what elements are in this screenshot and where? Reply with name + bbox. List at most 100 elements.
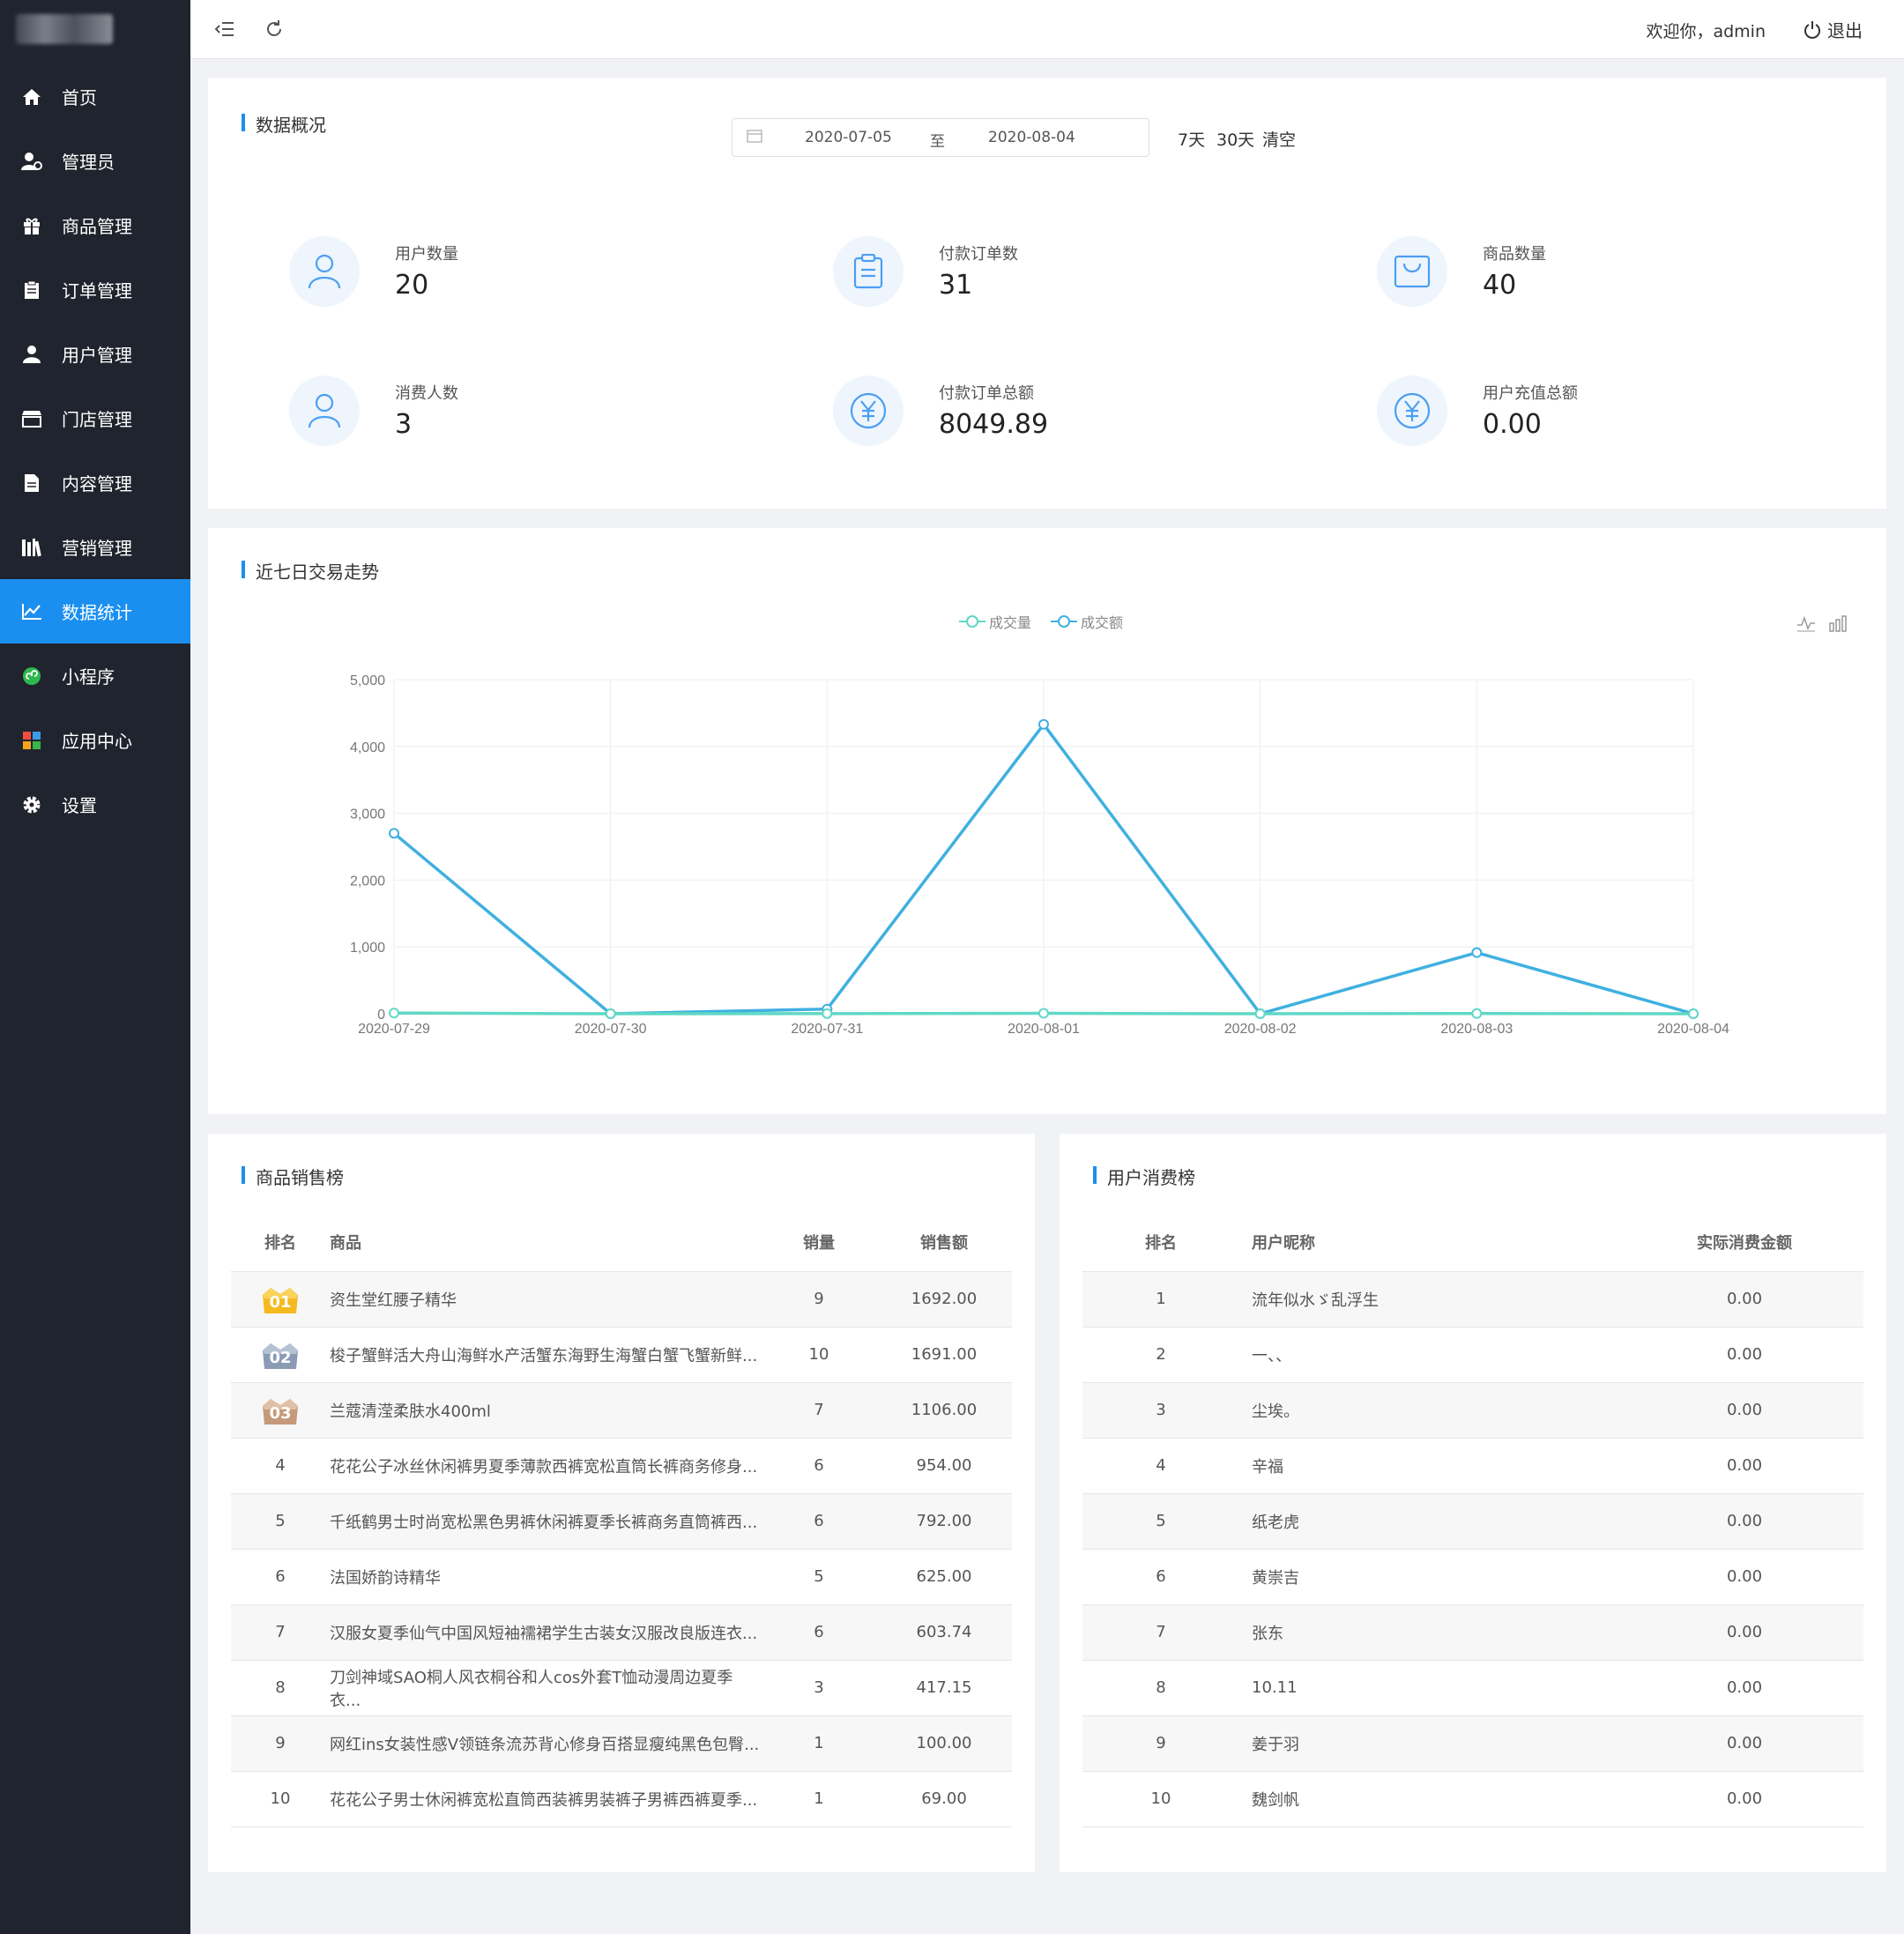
sales-cell-product[interactable]: 兰蔻清滢柔肤水400ml bbox=[330, 1382, 762, 1439]
home-icon bbox=[19, 85, 44, 109]
sidebar-item-0[interactable]: 首页 bbox=[0, 64, 190, 129]
logout-button[interactable]: 退出 bbox=[1803, 17, 1863, 42]
sidebar-item-2[interactable]: 商品管理 bbox=[0, 193, 190, 257]
users-cell-amount: 0.00 bbox=[1625, 1382, 1863, 1439]
miniprogram-icon bbox=[19, 664, 44, 688]
users-cell-rank: 6 bbox=[1082, 1549, 1239, 1605]
users-cell-amount: 0.00 bbox=[1625, 1327, 1863, 1383]
rank-number: 6 bbox=[275, 1567, 286, 1586]
store-icon bbox=[19, 406, 44, 431]
date-start[interactable]: 2020-07-05 bbox=[805, 129, 892, 146]
sales-cell-product[interactable]: 千纸鹤男士时尚宽松黑色男裤休闲裤夏季长裤商务直筒裤西... bbox=[330, 1493, 762, 1550]
chart-icon bbox=[19, 599, 44, 624]
users-cell-nickname[interactable]: 流年似水ゞ乱浮生 bbox=[1239, 1271, 1625, 1328]
data-point bbox=[1471, 947, 1483, 958]
sales-cell-qty: 6 bbox=[762, 1438, 876, 1494]
calendar-icon bbox=[747, 128, 762, 148]
sales-cell-product[interactable]: 花花公子男士休闲裤宽松直筒西装裤男装裤子男裤西裤夏季... bbox=[330, 1771, 762, 1827]
stat-card: 用户充值总额 0.00 bbox=[1377, 376, 1747, 446]
sales-cell-product[interactable]: 法国娇韵诗精华 bbox=[330, 1549, 762, 1605]
sales-cell-amount: 1106.00 bbox=[876, 1382, 1012, 1439]
date-range-picker[interactable]: 2020-07-05 至 2020-08-04 bbox=[732, 118, 1149, 157]
date-end[interactable]: 2020-08-04 bbox=[988, 129, 1075, 146]
sales-cell-qty: 5 bbox=[762, 1549, 876, 1605]
quick-7days[interactable]: 7天 bbox=[1178, 127, 1205, 151]
users-row: 7 张东 0.00 bbox=[1082, 1604, 1863, 1661]
y-tick-label: 3,000 bbox=[350, 807, 385, 822]
sidebar-item-5[interactable]: 门店管理 bbox=[0, 386, 190, 450]
sales-row: 7 汉服女夏季仙气中国风短袖襦裙学生古装女汉服改良版连衣... 6 603.74 bbox=[231, 1604, 1012, 1661]
sales-cell-product[interactable]: 网红ins女装性感V领链条流苏背心修身百搭显瘦纯黑色包臀... bbox=[330, 1715, 762, 1772]
users-cell-nickname[interactable]: 魏剑帆 bbox=[1239, 1771, 1625, 1827]
sales-row: 01 资生堂红腰子精华 9 1692.00 bbox=[231, 1271, 1012, 1328]
stat-card: 付款订单数 31 bbox=[833, 236, 1203, 307]
document-icon bbox=[19, 471, 44, 495]
rank-badge-text: 01 bbox=[269, 1292, 292, 1312]
users-cell-amount: 0.00 bbox=[1625, 1438, 1863, 1494]
users-row: 1 流年似水ゞ乱浮生 0.00 bbox=[1082, 1271, 1863, 1328]
stat-value: 40 bbox=[1483, 270, 1517, 301]
sidebar-item-7[interactable]: 营销管理 bbox=[0, 515, 190, 579]
users-cell-rank: 1 bbox=[1082, 1271, 1239, 1328]
clipboard-icon bbox=[19, 278, 44, 302]
rank-badge-text: 03 bbox=[269, 1403, 292, 1423]
users-table: 排名 用户昵称 实际消费金额 1 流年似水ゞ乱浮生 0.00 2 一、、 0.00 3 尘埃。… bbox=[1082, 1213, 1863, 1827]
sales-cell-qty: 6 bbox=[762, 1493, 876, 1550]
sidebar-item-label: 设置 bbox=[62, 795, 97, 816]
rank-badge-text: 02 bbox=[269, 1348, 292, 1367]
users-cell-nickname[interactable]: 10.11 bbox=[1239, 1660, 1625, 1716]
rank-number: 8 bbox=[275, 1678, 286, 1697]
clipboard-icon bbox=[833, 236, 904, 307]
users-cell-rank: 9 bbox=[1082, 1715, 1239, 1772]
users-cell-nickname[interactable]: 一、、 bbox=[1239, 1327, 1625, 1383]
sidebar-item-11[interactable]: 设置 bbox=[0, 772, 190, 837]
quick-30days[interactable]: 30天 bbox=[1216, 127, 1254, 151]
sidebar-item-1[interactable]: 管理员 bbox=[0, 129, 190, 193]
rank-number: 10 bbox=[270, 1789, 291, 1808]
users-cell-nickname[interactable]: 黄崇吉 bbox=[1239, 1549, 1625, 1605]
sidebar-item-10[interactable]: 应用中心 bbox=[0, 708, 190, 772]
sales-row: 02 梭子蟹鲜活大舟山海鲜水产活蟹东海野生海蟹白蟹飞蟹新鲜... 10 1691.00 bbox=[231, 1327, 1012, 1383]
sidebar-item-3[interactable]: 订单管理 bbox=[0, 257, 190, 322]
sidebar-item-4[interactable]: 用户管理 bbox=[0, 322, 190, 386]
sidebar-item-6[interactable]: 内容管理 bbox=[0, 450, 190, 515]
users-cell-rank: 8 bbox=[1082, 1660, 1239, 1716]
users-cell-nickname[interactable]: 纸老虎 bbox=[1239, 1493, 1625, 1550]
sales-cell-product[interactable]: 梭子蟹鲜活大舟山海鲜水产活蟹东海野生海蟹白蟹飞蟹新鲜... bbox=[330, 1327, 762, 1383]
sales-row: 5 千纸鹤男士时尚宽松黑色男裤休闲裤夏季长裤商务直筒裤西... 6 792.00 bbox=[231, 1493, 1012, 1550]
sales-cell-product[interactable]: 花花公子冰丝休闲裤男夏季薄款西裤宽松直筒长裤商务修身... bbox=[330, 1438, 762, 1494]
sales-cell-amount: 69.00 bbox=[876, 1771, 1012, 1827]
users-cell-nickname[interactable]: 姜于羽 bbox=[1239, 1715, 1625, 1772]
sales-table: 排名 商品 销量 销售额 01 资生堂红腰子精华 9 1692.00 02 梭子蟹鲜活大舟… bbox=[231, 1213, 1012, 1827]
collapse-menu-icon[interactable] bbox=[212, 16, 238, 42]
sales-header-qty: 销量 bbox=[762, 1213, 876, 1272]
sales-cell-rank: 01 bbox=[231, 1271, 330, 1328]
welcome-text: 欢迎你，admin bbox=[1646, 22, 1766, 41]
sidebar-item-8[interactable]: 数据统计 bbox=[0, 579, 190, 643]
quick-clear[interactable]: 清空 bbox=[1262, 127, 1296, 151]
gear-icon bbox=[19, 792, 44, 817]
sidebar-item-label: 用户管理 bbox=[62, 345, 132, 366]
x-tick-label: 2020-08-01 bbox=[1008, 1022, 1080, 1037]
users-row: 5 纸老虎 0.00 bbox=[1082, 1493, 1863, 1550]
users-cell-nickname[interactable]: 张东 bbox=[1239, 1604, 1625, 1661]
sales-cell-amount: 792.00 bbox=[876, 1493, 1012, 1550]
sidebar-item-9[interactable]: 小程序 bbox=[0, 643, 190, 708]
user-icon bbox=[289, 236, 360, 307]
users-row: 2 一、、 0.00 bbox=[1082, 1327, 1863, 1383]
sales-cell-product[interactable]: 资生堂红腰子精华 bbox=[330, 1271, 762, 1328]
sales-row: 10 花花公子男士休闲裤宽松直筒西装裤男装裤子男裤西裤夏季... 1 69.00 bbox=[231, 1771, 1012, 1827]
x-tick-label: 2020-08-03 bbox=[1440, 1022, 1513, 1037]
users-cell-nickname[interactable]: 尘埃。 bbox=[1239, 1382, 1625, 1439]
sales-cell-rank: 7 bbox=[231, 1604, 330, 1661]
users-cell-nickname[interactable]: 辛福 bbox=[1239, 1438, 1625, 1494]
users-title: 用户消费榜 bbox=[1093, 1164, 1195, 1189]
refresh-icon[interactable] bbox=[261, 16, 287, 42]
sales-row: 8 刀剑神域SAO桐人风衣桐谷和人cos外套T恤动漫周边夏季衣... 3 417.15 bbox=[231, 1660, 1012, 1716]
users-cell-rank: 3 bbox=[1082, 1382, 1239, 1439]
x-tick-label: 2020-08-02 bbox=[1224, 1022, 1297, 1037]
sales-cell-product[interactable]: 刀剑神域SAO桐人风衣桐谷和人cos外套T恤动漫周边夏季衣... bbox=[330, 1660, 762, 1716]
logo bbox=[16, 14, 113, 44]
stat-card: 消费人数 3 bbox=[289, 376, 659, 446]
sales-cell-product[interactable]: 汉服女夏季仙气中国风短袖襦裙学生古装女汉服改良版连衣... bbox=[330, 1604, 762, 1661]
